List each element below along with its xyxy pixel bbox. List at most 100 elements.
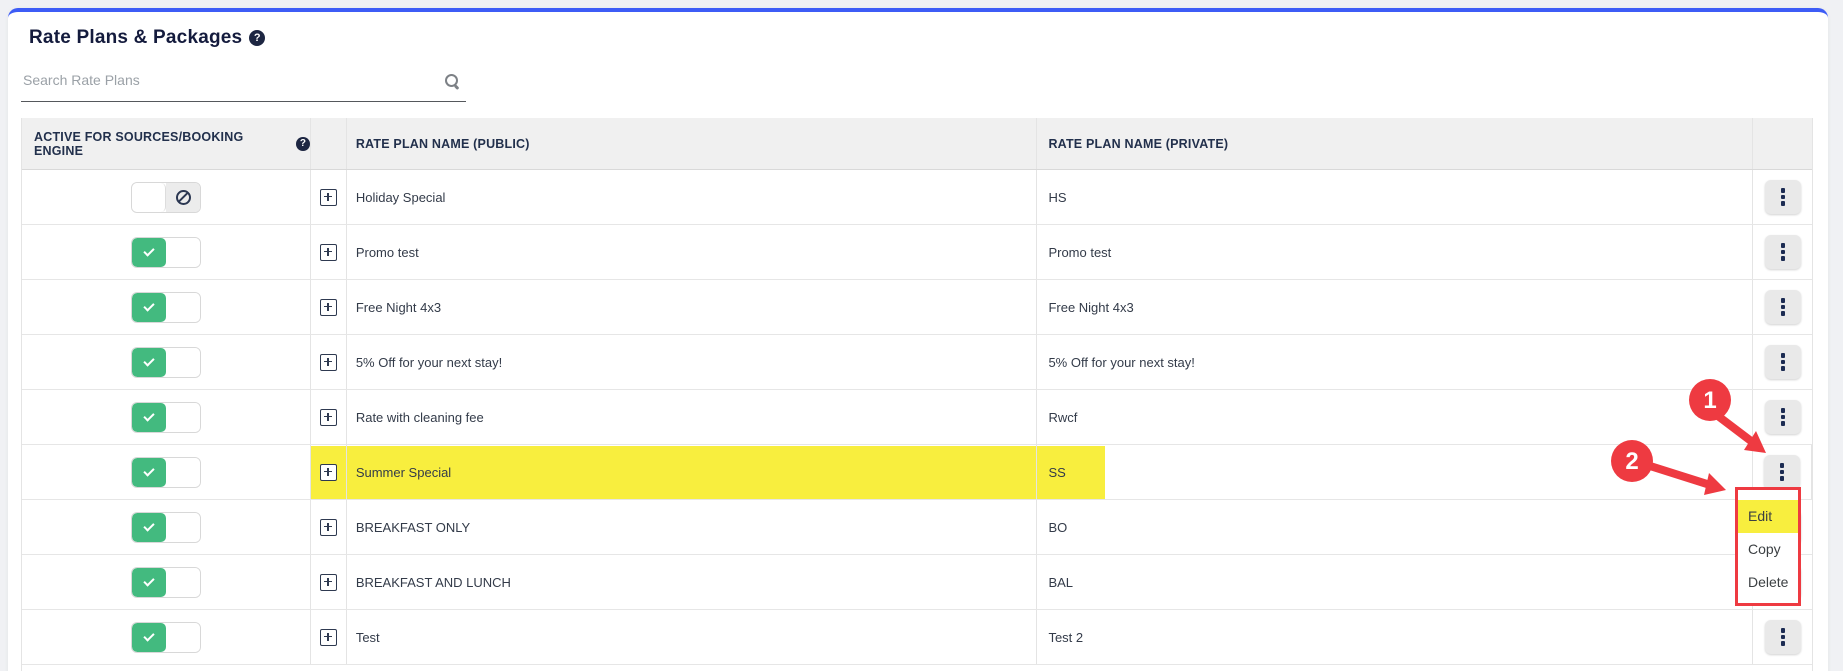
header-actions-column [1753,118,1812,169]
active-toggle-on[interactable] [131,347,201,378]
toggle-knob [166,293,200,322]
expand-plus-icon[interactable] [320,629,337,646]
expand-cell [311,225,347,279]
menu-item-delete[interactable]: Delete [1738,566,1798,599]
private-name-text: BAL [1048,575,1073,590]
row-menu-kebab-icon[interactable] [1765,180,1801,214]
public-name-text: Free Night 4x3 [356,300,441,315]
row-menu-kebab-icon[interactable] [1765,235,1801,269]
menu-item-copy[interactable]: Copy [1738,533,1798,566]
private-name-text: Free Night 4x3 [1048,300,1133,315]
table-row: Test Test 2 [22,610,1812,665]
toggle-knob [166,403,200,432]
toggle-check-segment [132,513,166,542]
row-menu-kebab-icon[interactable] [1765,400,1801,434]
toggle-ban-segment [166,183,200,212]
header-expand-column [311,118,347,169]
private-name-cell: Test 2 [1037,610,1753,664]
toggle-check-segment [132,623,166,652]
public-name-text: Holiday Special [356,190,446,205]
private-name-cell: Free Night 4x3 [1037,280,1753,334]
header-private-name-column: RATE PLAN NAME (PRIVATE) [1037,118,1753,169]
toggle-knob [166,513,200,542]
active-toggle-off[interactable] [131,182,201,213]
expand-plus-icon[interactable] [320,519,337,536]
active-toggle-cell [22,610,311,664]
active-toggle-on[interactable] [131,292,201,323]
private-name-text: BO [1048,520,1067,535]
title-help-icon[interactable]: ? [249,30,265,46]
menu-item-edit[interactable]: Edit [1738,500,1798,533]
toggle-check-segment [132,403,166,432]
public-name-cell: Test [347,610,1038,664]
active-toggle-cell [22,280,311,334]
table-row: Promo testPromo test [22,225,1812,280]
active-toggle-on[interactable] [131,457,201,488]
public-name-text: BREAKFAST AND LUNCH [356,575,511,590]
expand-plus-icon[interactable] [320,299,337,316]
expand-cell [311,610,347,664]
search-input[interactable] [21,64,466,101]
public-name-cell: Summer Special [347,445,1038,499]
active-toggle-on[interactable] [131,402,201,433]
page-title: Rate Plans & Packages ? [29,27,265,49]
actions-cell [1753,225,1812,279]
active-toggle-cell [22,390,311,444]
public-name-text: Test [356,630,380,645]
public-name-text: Summer Special [356,465,451,480]
toggle-check-segment [132,568,166,597]
active-column-help-icon[interactable]: ? [296,137,310,151]
toggle-knob [166,623,200,652]
row-menu-kebab-icon[interactable] [1765,620,1801,654]
private-name-text: Promo test [1048,245,1111,260]
actions-cell [1753,610,1812,664]
expand-plus-icon[interactable] [320,354,337,371]
table-header: ACTIVE FOR SOURCES/BOOKING ENGINE ? RATE… [22,118,1812,170]
private-name-cell: 5% Off for your next stay! [1037,335,1753,389]
expand-plus-icon[interactable] [320,244,337,261]
row-menu-kebab-icon[interactable] [1764,455,1800,489]
public-name-cell: BREAKFAST ONLY [347,500,1038,554]
toggle-knob [166,568,200,597]
public-name-cell: Holiday Special [347,170,1038,224]
private-name-cell: Promo test [1037,225,1753,279]
expand-plus-icon[interactable] [320,574,337,591]
check-icon [143,355,154,366]
active-toggle-cell [22,335,311,389]
private-name-cell: SS [1037,445,1753,499]
check-icon [143,300,154,311]
actions-cell [1753,335,1812,389]
expand-plus-icon[interactable] [320,409,337,426]
expand-cell [311,335,347,389]
table-row: Free Night 4x3 Free Night 4x3 [22,280,1812,335]
table-row: Holiday Special HS [22,170,1812,225]
row-menu-kebab-icon[interactable] [1765,290,1801,324]
public-name-cell: 5% Off for your next stay! [347,335,1038,389]
check-icon [143,410,154,421]
row-context-menu: Edit Copy Delete [1735,487,1801,606]
check-icon [143,465,154,476]
private-name-text: HS [1048,190,1066,205]
actions-cell [1753,280,1812,334]
active-toggle-on[interactable] [131,237,201,268]
check-icon [143,575,154,586]
row-menu-kebab-icon[interactable] [1765,345,1801,379]
check-icon [143,245,154,256]
toggle-check-segment [132,238,166,267]
active-toggle-on[interactable] [131,622,201,653]
expand-plus-icon[interactable] [320,464,337,481]
ban-icon [176,190,191,205]
check-icon [143,630,154,641]
active-toggle-on[interactable] [131,512,201,543]
rate-plans-page: Rate Plans & Packages ? ACTIVE FOR SOURC… [0,0,1843,671]
expand-plus-icon[interactable] [320,189,337,206]
public-name-text: BREAKFAST ONLY [356,520,470,535]
search-icon [444,73,460,89]
expand-cell [311,555,347,609]
active-toggle-on[interactable] [131,567,201,598]
expand-cell [311,500,347,554]
toggle-knob [132,183,167,212]
active-toggle-cell [22,555,311,609]
table-row: BREAKFAST AND LUNCH BAL [22,555,1812,610]
active-toggle-cell [22,225,311,279]
